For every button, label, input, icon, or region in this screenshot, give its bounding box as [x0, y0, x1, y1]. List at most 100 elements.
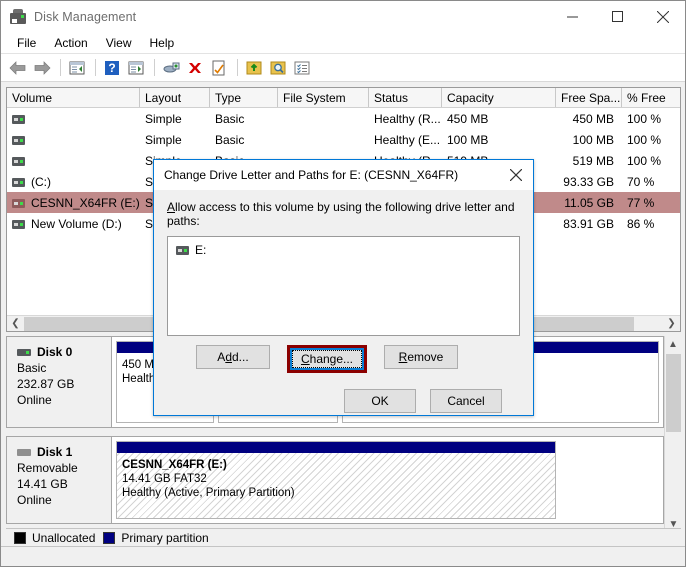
cell-freespace: 519 MB — [572, 153, 614, 168]
rescan-disks-icon[interactable] — [160, 57, 182, 79]
disk-kind: Basic — [17, 361, 47, 375]
add-accel: d — [225, 350, 232, 364]
cell-capacity: 100 MB — [447, 132, 489, 147]
table-row[interactable]: Simple Basic Healthy (E... 100 MB 100 MB… — [7, 129, 680, 150]
properties-check-icon[interactable] — [208, 57, 230, 79]
delete-icon[interactable] — [184, 57, 206, 79]
cell-freespace: 11.05 GB — [564, 195, 614, 210]
volume-list-header: Volume Layout Type File System Status Ca… — [7, 88, 680, 108]
menu-item-view[interactable]: View — [97, 34, 141, 52]
dialog-prompt: Allow access to this volume by using the… — [167, 200, 520, 228]
ok-button[interactable]: OK — [344, 389, 416, 413]
change-button[interactable]: Change... — [290, 348, 364, 370]
disk-name: Disk 1 — [37, 445, 73, 459]
window-title: Disk Management — [34, 9, 137, 24]
toolbar: ? — [1, 54, 685, 82]
disk-row-1[interactable]: Disk 1 Removable 14.41 GB Online CESNN_X… — [6, 436, 664, 524]
window-controls — [550, 1, 685, 32]
toolbar-separator — [154, 59, 155, 76]
legend-label: Unallocated — [32, 530, 96, 545]
column-header-capacity[interactable]: Capacity — [442, 88, 556, 107]
show-tree-icon[interactable] — [66, 57, 88, 79]
legend-swatch-unallocated — [14, 531, 26, 544]
partition-status: Healthy (Active, Primary Partition) — [122, 487, 295, 499]
list-item[interactable]: E: — [176, 243, 519, 257]
cell-percentfree: 77 % — [627, 195, 655, 210]
add-button[interactable]: Ad d... — [196, 345, 270, 369]
scroll-right-icon[interactable]: ❯ — [663, 316, 680, 332]
maximize-icon[interactable] — [595, 1, 640, 32]
column-header-freespace[interactable]: Free Spa... — [556, 88, 622, 107]
change-post: hange... — [309, 352, 354, 366]
disk-name: Disk 0 — [37, 345, 73, 359]
minimize-icon[interactable] — [550, 1, 595, 32]
volume-icon — [176, 245, 189, 255]
cell-freespace: 100 MB — [572, 132, 614, 147]
forward-arrow-icon[interactable] — [31, 57, 53, 79]
legend-item-primary: Primary partition — [103, 531, 209, 545]
toolbar-separator — [237, 59, 238, 76]
cancel-button[interactable]: Cancel — [430, 389, 502, 413]
cell-status: Healthy (R... — [374, 111, 441, 126]
dialog-title: Change Drive Letter and Paths for E: (CE… — [164, 168, 459, 182]
dialog-action-buttons: Ad d... Change... Remove — [167, 336, 520, 373]
volume-icon — [12, 177, 25, 187]
partition-1-0[interactable]: CESNN_X64FR (E:) 14.41 GB FAT32 Healthy … — [116, 441, 556, 519]
toolbar-separator — [95, 59, 96, 76]
scroll-left-icon[interactable]: ❮ — [7, 316, 24, 332]
cell-type: Basic — [215, 132, 245, 147]
drive-paths-listbox[interactable]: E: — [167, 236, 520, 336]
menu-item-file[interactable]: File — [8, 34, 45, 52]
partition-cap-bar — [117, 442, 555, 453]
disk-state: Online — [17, 393, 52, 407]
back-arrow-icon[interactable] — [7, 57, 29, 79]
column-header-type[interactable]: Type — [210, 88, 278, 107]
disk-drive-icon — [10, 8, 26, 25]
column-header-layout[interactable]: Layout — [140, 88, 210, 107]
graphical-view-vertical-scrollbar[interactable]: ▲ ▼ — [664, 336, 681, 533]
remove-post: emove — [407, 350, 444, 364]
cell-freespace: 93.33 GB — [563, 174, 614, 189]
export-up-icon[interactable] — [243, 57, 265, 79]
scroll-up-icon[interactable]: ▲ — [665, 336, 681, 353]
cell-layout: Simple — [145, 132, 182, 147]
legend-item-unallocated: Unallocated — [14, 531, 95, 545]
remove-button[interactable]: Remove — [384, 345, 458, 369]
column-header-volume[interactable]: Volume — [7, 88, 140, 107]
dialog-prompt-text: llow access to this volume by using the … — [167, 200, 515, 228]
change-button-highlight: Change... — [287, 345, 367, 373]
cell-percentfree: 70 % — [627, 174, 655, 189]
search-icon[interactable] — [267, 57, 289, 79]
toolbar-separator — [60, 59, 61, 76]
scrollbar-track[interactable] — [634, 316, 663, 331]
disk-size: 14.41 GB — [17, 477, 68, 491]
scrollbar-thumb[interactable] — [666, 354, 681, 432]
cell-type: Basic — [215, 111, 245, 126]
volume-icon — [12, 219, 25, 229]
dialog-body: Allow access to this volume by using the… — [154, 190, 533, 413]
close-icon[interactable] — [640, 1, 685, 32]
close-icon[interactable] — [499, 160, 533, 190]
disk-kind: Removable — [17, 461, 78, 475]
legend: Unallocated Primary partition — [6, 528, 681, 546]
column-header-percentfree[interactable]: % Free — [622, 88, 680, 107]
column-header-filesystem[interactable]: File System — [278, 88, 369, 107]
volume-icon — [12, 114, 25, 124]
volume-icon — [12, 156, 25, 166]
svg-text:?: ? — [108, 61, 115, 75]
cell-percentfree: 100 % — [627, 111, 662, 126]
cell-freespace: 83.91 GB — [563, 216, 614, 231]
change-accel: C — [300, 352, 310, 366]
column-header-status[interactable]: Status — [369, 88, 442, 107]
cell-status: Healthy (E... — [374, 132, 441, 147]
menu-item-action[interactable]: Action — [45, 34, 96, 52]
disk-1-partitions: CESNN_X64FR (E:) 14.41 GB FAT32 Healthy … — [112, 437, 663, 523]
menu-item-help[interactable]: Help — [141, 34, 184, 52]
help-icon[interactable]: ? — [101, 57, 123, 79]
show-action-pane-icon[interactable] — [125, 57, 147, 79]
list-item-label: E: — [195, 243, 207, 257]
list-properties-icon[interactable] — [291, 57, 313, 79]
disk-info-0: Disk 0 Basic 232.87 GB Online — [7, 337, 112, 427]
table-row[interactable]: Simple Basic Healthy (R... 450 MB 450 MB… — [7, 108, 680, 129]
add-post: d... — [232, 350, 249, 364]
